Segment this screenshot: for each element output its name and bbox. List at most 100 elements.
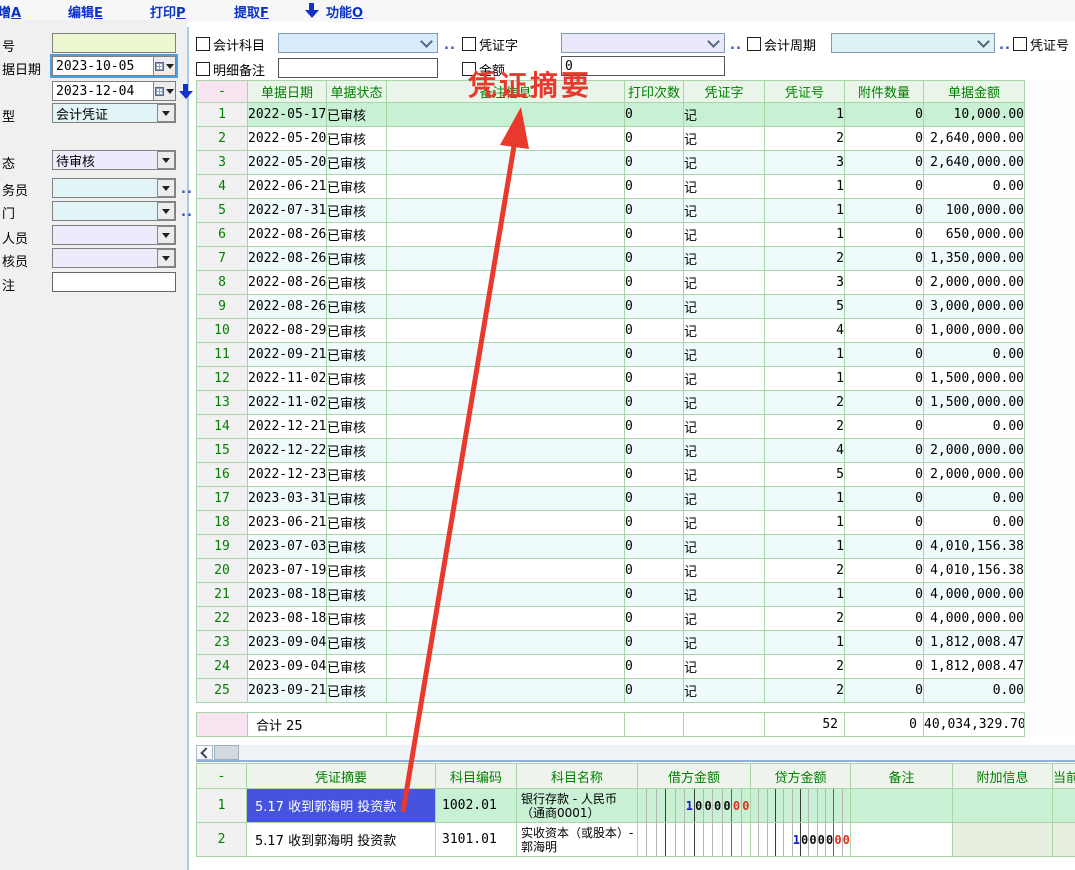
column-header[interactable]: 备注信息: [387, 81, 625, 103]
cell-att[interactable]: 0: [845, 391, 924, 415]
cell-remark[interactable]: [387, 559, 625, 583]
cell-no[interactable]: 5: [765, 463, 845, 487]
cell-word[interactable]: 记: [684, 367, 765, 391]
cell-prints[interactable]: 0: [625, 487, 684, 511]
cell-word[interactable]: 记: [684, 247, 765, 271]
cell-no[interactable]: 2: [765, 247, 845, 271]
cell-status[interactable]: 已审核: [327, 271, 387, 295]
cell-word[interactable]: 记: [684, 463, 765, 487]
table-row[interactable]: 212023-08-18已审核0记104,000,000.00: [197, 583, 1025, 607]
cell-no[interactable]: 4: [765, 439, 845, 463]
cell-status[interactable]: 已审核: [327, 367, 387, 391]
cell-rownum[interactable]: 21: [197, 583, 248, 607]
cell-rownum[interactable]: 11: [197, 343, 248, 367]
cell-rownum[interactable]: 1: [197, 789, 247, 823]
cell-no[interactable]: 2: [765, 127, 845, 151]
column-header[interactable]: 借方金额: [638, 764, 751, 789]
table-row[interactable]: 162022-12-23已审核0记502,000,000.00: [197, 463, 1025, 487]
cell-rownum[interactable]: 3: [197, 151, 248, 175]
amount-checkbox[interactable]: [462, 62, 476, 76]
cell-no[interactable]: 1: [765, 631, 845, 655]
cell-prints[interactable]: 0: [625, 679, 684, 703]
cell-cur[interactable]: [1053, 823, 1075, 857]
menu-item-5[interactable]: 功能O: [326, 2, 363, 21]
cell-date[interactable]: 2022-12-22: [248, 439, 327, 463]
cell-rownum[interactable]: 22: [197, 607, 248, 631]
cell-rownum[interactable]: 17: [197, 487, 248, 511]
cell-amount[interactable]: 4,000,000.00: [924, 607, 1025, 631]
cell-prints[interactable]: 0: [625, 127, 684, 151]
cell-summary[interactable]: 5.17 收到郭海明 投资款: [247, 789, 436, 823]
cell-rownum[interactable]: 19: [197, 535, 248, 559]
cell-prints[interactable]: 0: [625, 319, 684, 343]
cell-amount[interactable]: 1,500,000.00: [924, 391, 1025, 415]
cell-word[interactable]: 记: [684, 343, 765, 367]
cell-remark[interactable]: [387, 271, 625, 295]
cell-amount[interactable]: 0.00: [924, 343, 1025, 367]
cell-amount[interactable]: 2,640,000.00: [924, 127, 1025, 151]
cell-word[interactable]: 记: [684, 415, 765, 439]
cell-amount[interactable]: 4,010,156.38: [924, 535, 1025, 559]
cell-status[interactable]: 已审核: [327, 487, 387, 511]
entry-row[interactable]: 25.17 收到郭海明 投资款3101.01实收资本（或股本）- 郭海明1000…: [197, 823, 1075, 857]
cell-att[interactable]: 0: [845, 679, 924, 703]
clerk-more-button[interactable]: ..: [181, 182, 193, 197]
cell-remark[interactable]: [387, 487, 625, 511]
cell-no[interactable]: 4: [765, 319, 845, 343]
column-header[interactable]: 单据金额: [924, 81, 1025, 103]
cell-status[interactable]: 已审核: [327, 631, 387, 655]
table-row[interactable]: 232023-09-04已审核0记101,812,008.47: [197, 631, 1025, 655]
cell-no[interactable]: 1: [765, 103, 845, 127]
doc-type-select[interactable]: 会计凭证: [52, 103, 176, 123]
apply-down-arrow-icon[interactable]: [179, 83, 193, 99]
cell-prints[interactable]: 0: [625, 151, 684, 175]
cell-word[interactable]: 记: [684, 103, 765, 127]
cell-status[interactable]: 已审核: [327, 679, 387, 703]
cell-remark[interactable]: [387, 103, 625, 127]
cell-remark[interactable]: [387, 367, 625, 391]
table-row[interactable]: 132022-11-02已审核0记201,500,000.00: [197, 391, 1025, 415]
cell-prints[interactable]: 0: [625, 559, 684, 583]
table-row[interactable]: 102022-08-29已审核0记401,000,000.00: [197, 319, 1025, 343]
cell-date[interactable]: 2022-05-17: [248, 103, 327, 127]
cell-word[interactable]: 记: [684, 679, 765, 703]
table-row[interactable]: 92022-08-26已审核0记503,000,000.00: [197, 295, 1025, 319]
table-row[interactable]: 182023-06-21已审核0记100.00: [197, 511, 1025, 535]
doc-no-input[interactable]: [52, 33, 176, 53]
cell-date[interactable]: 2022-12-23: [248, 463, 327, 487]
cell-att[interactable]: 0: [845, 439, 924, 463]
cell-amount[interactable]: 1,000,000.00: [924, 319, 1025, 343]
cell-att[interactable]: 0: [845, 295, 924, 319]
cell-status[interactable]: 已审核: [327, 607, 387, 631]
dropdown-button[interactable]: [157, 151, 175, 169]
cell-date[interactable]: 2022-09-21: [248, 343, 327, 367]
cell-word[interactable]: 记: [684, 439, 765, 463]
cell-prints[interactable]: 0: [625, 295, 684, 319]
cell-status[interactable]: 已审核: [327, 151, 387, 175]
cell-word[interactable]: 记: [684, 223, 765, 247]
cell-amount[interactable]: 1,812,008.47: [924, 631, 1025, 655]
cell-word[interactable]: 记: [684, 391, 765, 415]
cell-debit[interactable]: [638, 823, 751, 857]
cell-amount[interactable]: 0.00: [924, 679, 1025, 703]
cell-remark[interactable]: [387, 199, 625, 223]
column-header[interactable]: 单据日期: [248, 81, 327, 103]
cell-att[interactable]: 0: [845, 511, 924, 535]
cell-status[interactable]: 已审核: [327, 415, 387, 439]
cell-att[interactable]: 0: [845, 343, 924, 367]
dropdown-button[interactable]: [157, 104, 175, 122]
cell-rownum[interactable]: 20: [197, 559, 248, 583]
cell-amount[interactable]: 0.00: [924, 175, 1025, 199]
cell-att[interactable]: 0: [845, 583, 924, 607]
cell-date[interactable]: 2022-07-31: [248, 199, 327, 223]
scroll-left-button[interactable]: [196, 745, 213, 760]
cell-remark[interactable]: [387, 151, 625, 175]
cell-att[interactable]: 0: [845, 199, 924, 223]
cell-att[interactable]: 0: [845, 655, 924, 679]
cell-prints[interactable]: 0: [625, 247, 684, 271]
cell-word[interactable]: 记: [684, 607, 765, 631]
cell-status[interactable]: 已审核: [327, 247, 387, 271]
note-input[interactable]: [52, 272, 176, 292]
cell-rownum[interactable]: 2: [197, 127, 248, 151]
cell-status[interactable]: 已审核: [327, 439, 387, 463]
